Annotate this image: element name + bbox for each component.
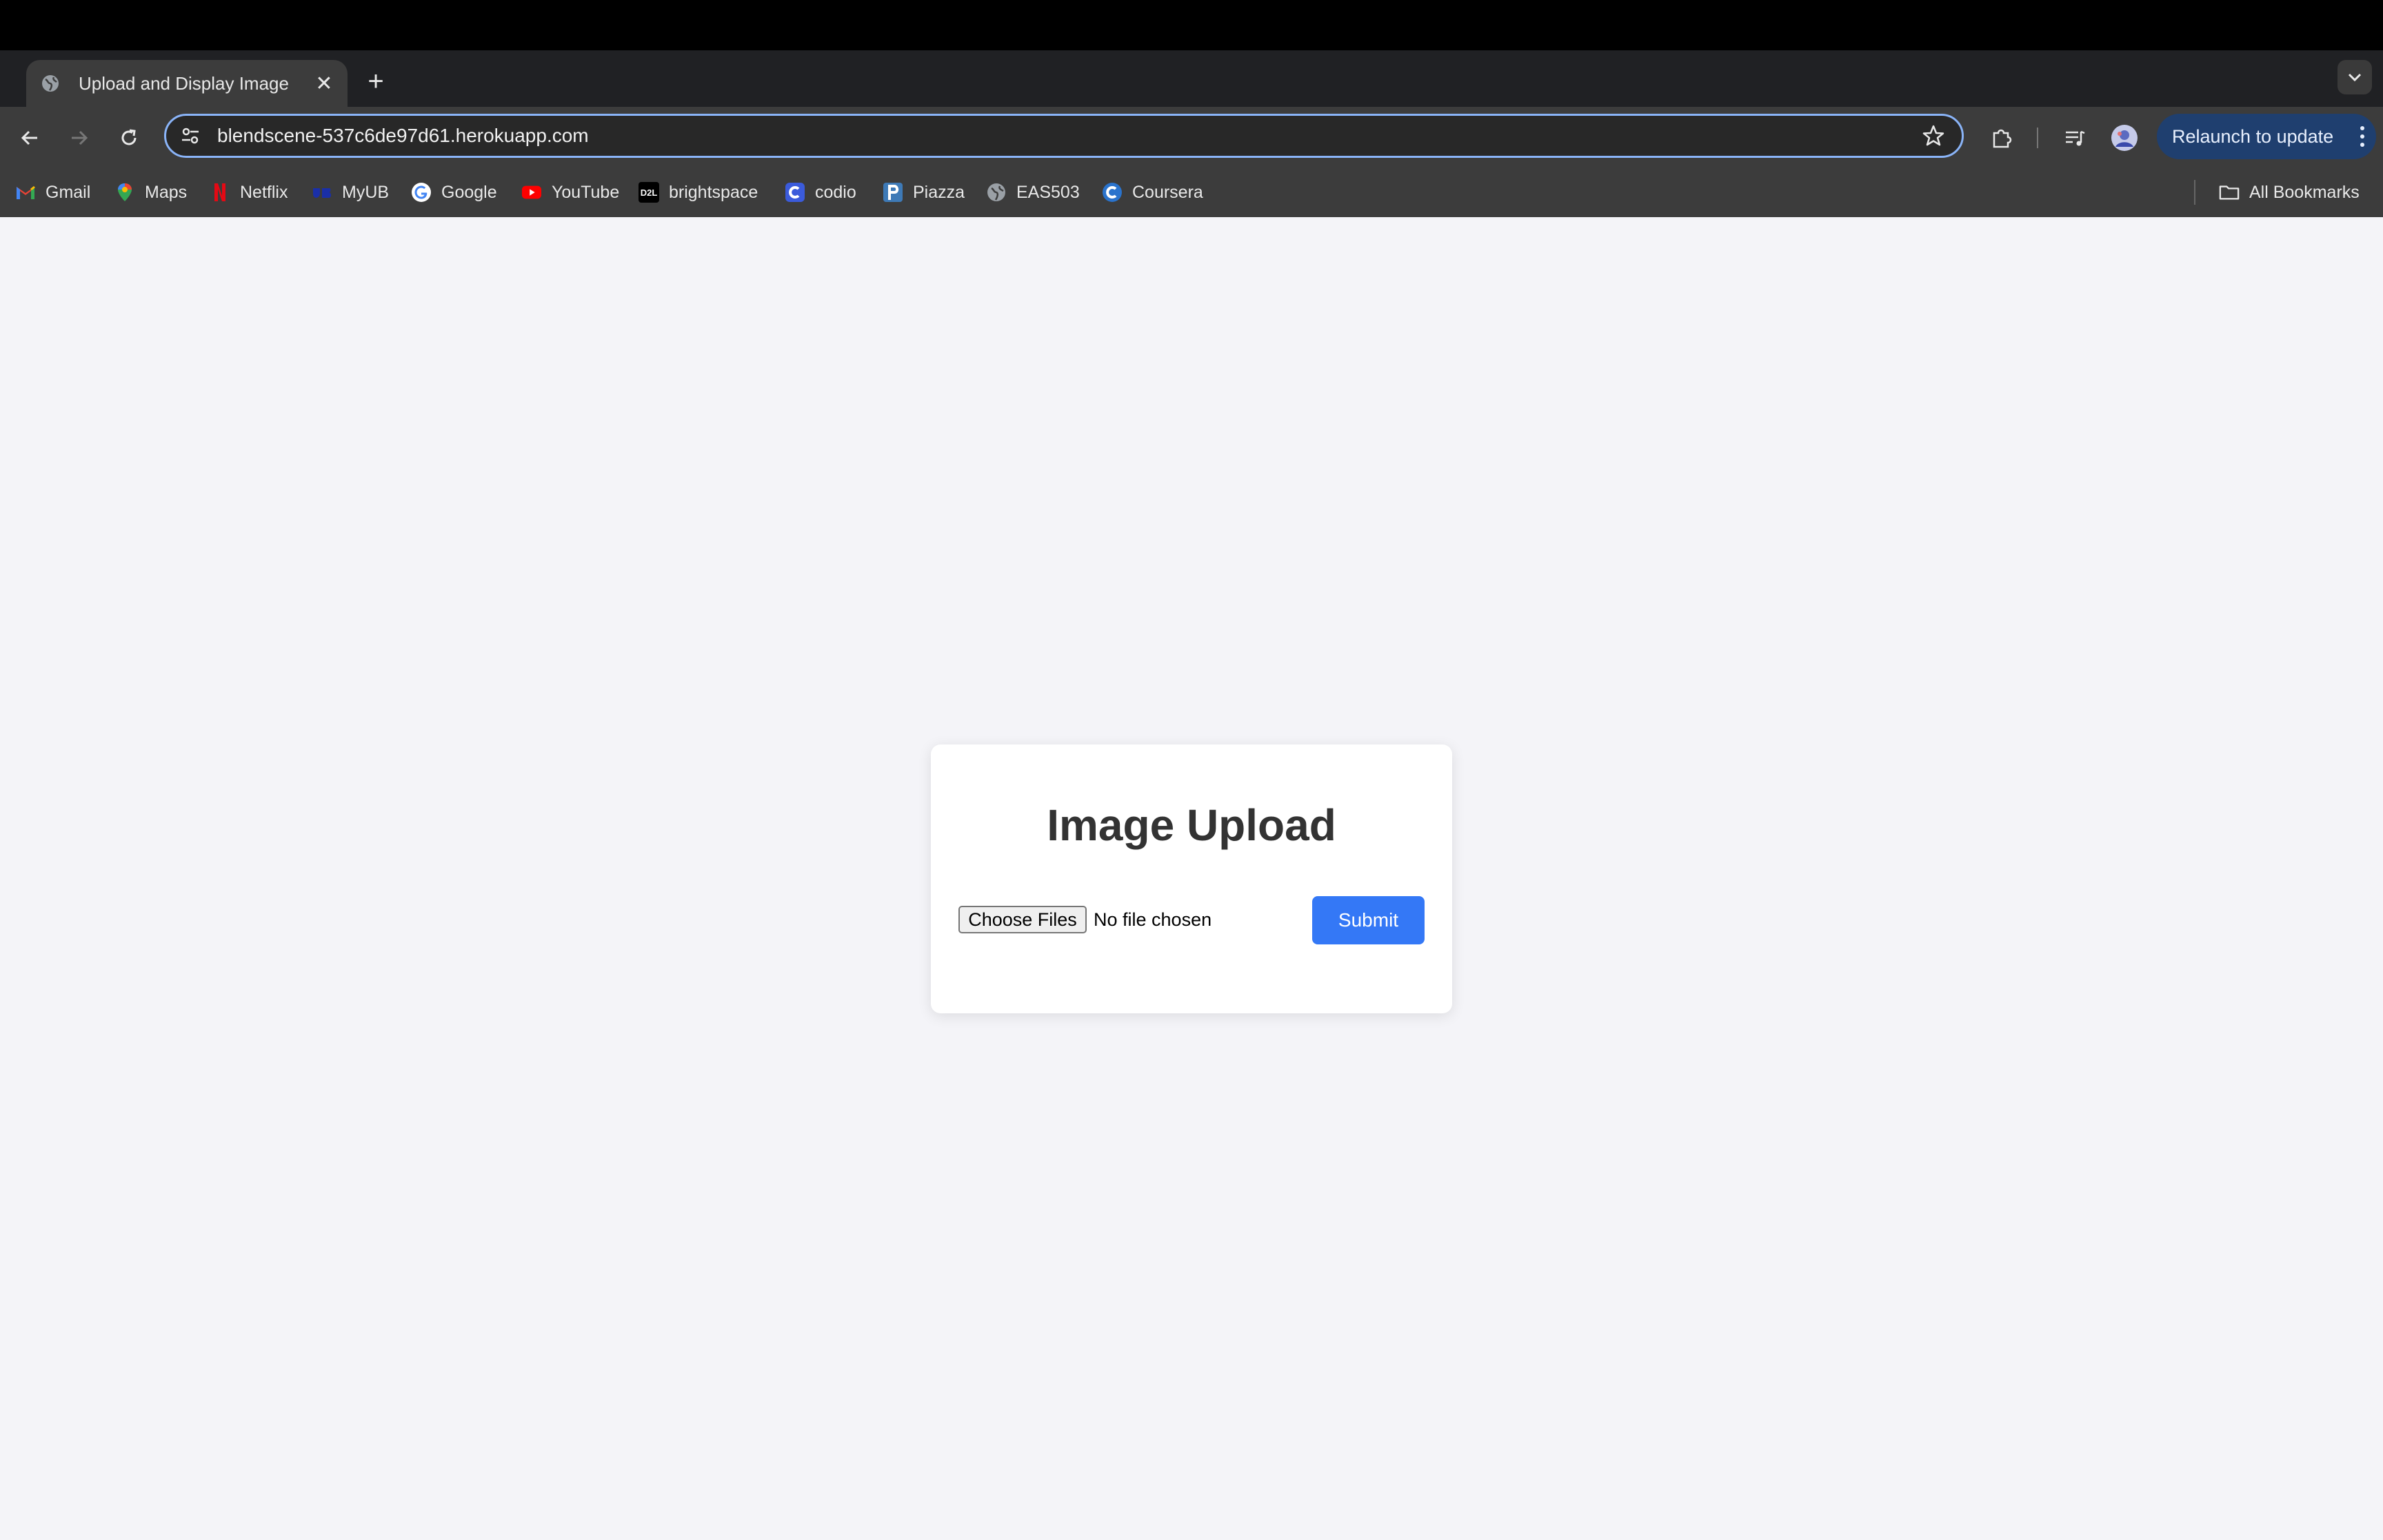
puzzle-icon [1993,129,2012,148]
all-bookmarks-button[interactable]: All Bookmarks [2219,181,2360,203]
bookmark-gmail[interactable]: Gmail [15,181,90,203]
close-tab-icon[interactable]: ✕ [310,70,338,97]
gmail-icon [15,182,36,203]
bookmark-maps[interactable]: Maps [114,181,187,203]
all-bookmarks-label: All Bookmarks [2249,182,2360,202]
bookmark-coursera[interactable]: Coursera [1102,181,1203,203]
reload-button[interactable] [113,122,145,154]
forward-button[interactable] [63,122,95,154]
choose-files-button[interactable]: Choose Files [958,906,1087,933]
page-title: Image Upload [1047,800,1336,850]
youtube-icon [521,182,542,203]
arrow-right-icon [72,130,88,145]
globe-icon [40,73,61,94]
reload-icon [121,129,137,145]
file-status-text: No file chosen [1094,909,1212,930]
bookmarks-separator [2194,180,2195,205]
netflix-icon [210,182,230,203]
bookmark-label: Piazza [913,182,965,202]
d2l-icon: D2L [639,182,659,203]
piazza-icon [883,182,903,203]
bookmark-label: MyUB [342,182,390,202]
globe-icon [986,182,1007,203]
submit-button[interactable]: Submit [1312,896,1425,944]
address-bar[interactable]: blendscene-537c6de97d61.herokuapp.com [164,114,1964,158]
relaunch-to-update-button[interactable]: Relaunch to update [2157,114,2376,159]
d2l-icon-text: D2L [640,187,658,198]
myub-icon [312,182,332,203]
bookmark-youtube[interactable]: YouTube [521,181,619,203]
maps-icon [114,182,135,203]
toolbar-separator [2037,128,2038,148]
arrow-left-icon [21,130,37,145]
bookmark-piazza[interactable]: Piazza [883,181,965,203]
bookmark-label: Gmail [46,182,91,202]
coursera-icon [1102,182,1123,203]
bookmark-label: brightspace [669,182,758,202]
bookmark-label: Maps [145,182,188,202]
site-settings-icon[interactable] [180,125,201,146]
bookmark-brightspace[interactable]: D2L brightspace [639,181,758,203]
tab-title: Upload and Display Image [79,72,289,94]
google-icon [411,182,432,203]
window-top-bar [0,0,2383,50]
bookmark-label: codio [815,182,856,202]
more-menu-icon[interactable] [2360,126,2365,147]
bookmark-star-icon[interactable] [1922,124,1945,148]
tab-strip: Upload and Display Image ✕ + [0,50,2383,107]
relaunch-label: Relaunch to update [2172,125,2334,147]
media-controls-button[interactable] [2059,122,2091,154]
tab-search-button[interactable] [2337,60,2372,94]
url-text: blendscene-537c6de97d61.herokuapp.com [217,125,589,146]
folder-icon [2219,182,2240,203]
bookmark-myub[interactable]: MyUB [312,181,389,203]
bookmark-label: YouTube [552,182,620,202]
back-button[interactable] [14,122,46,154]
avatar [2111,125,2138,151]
bookmark-codio[interactable]: codio [785,181,856,203]
upload-card: Image Upload Choose Files No file chosen… [931,744,1452,1013]
bookmark-label: EAS503 [1016,182,1080,202]
browser-tab[interactable]: Upload and Display Image ✕ [26,60,348,107]
new-tab-button[interactable]: + [359,64,393,99]
bookmark-label: Netflix [240,182,288,202]
extensions-button[interactable] [1986,122,2018,154]
chevron-down-icon [2348,73,2362,82]
bookmark-netflix[interactable]: Netflix [210,181,288,203]
codio-icon [785,182,805,203]
browser-toolbar: blendscene-537c6de97d61.herokuapp.com Re… [0,107,2383,168]
media-queue-icon [2066,130,2085,146]
bookmark-google[interactable]: Google [411,181,497,203]
bookmark-label: Google [441,182,497,202]
bookmarks-bar: Gmail Maps Netflix MyUB Google YouTube D… [0,168,2383,217]
bookmark-label: Coursera [1132,182,1203,202]
bookmark-eas503[interactable]: EAS503 [986,181,1080,203]
profile-button[interactable] [2109,122,2140,154]
